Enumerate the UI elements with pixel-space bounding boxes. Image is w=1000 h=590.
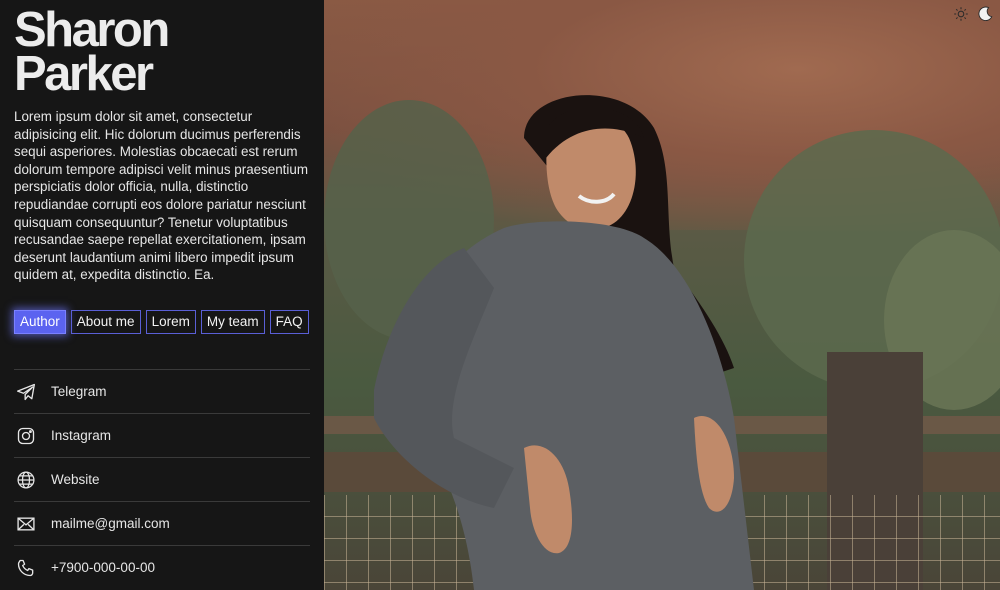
bio-text: Lorem ipsum dolor sit amet, consectetur …: [14, 109, 308, 283]
woman-portrait: [374, 95, 754, 590]
sidebar: Sharon Parker Lorem ipsum dolor sit amet…: [0, 0, 324, 590]
telegram-icon: [15, 381, 37, 403]
tab-author[interactable]: Author: [14, 310, 66, 334]
sun-icon[interactable]: [952, 5, 970, 23]
last-name: Parker: [14, 47, 154, 101]
tab-about-me[interactable]: About me: [70, 310, 141, 334]
contact-website[interactable]: Website: [14, 457, 310, 501]
contact-telegram[interactable]: Telegram: [14, 369, 310, 413]
tab-faq[interactable]: FAQ: [269, 310, 309, 334]
contact-email[interactable]: mailme@gmail.com: [14, 501, 310, 545]
tab-lorem[interactable]: Lorem: [145, 310, 196, 334]
contact-list: Telegram Instagram Website mailme@gmail.…: [14, 369, 310, 589]
mail-icon: [15, 513, 37, 535]
tab-my-team[interactable]: My team: [200, 310, 265, 334]
contact-label: Telegram: [51, 384, 107, 399]
hero-photo: [324, 0, 1000, 590]
nav-tabs: Author About me Lorem My team FAQ: [14, 310, 310, 334]
contact-instagram[interactable]: Instagram: [14, 413, 310, 457]
profile-name: Sharon Parker: [14, 3, 310, 101]
globe-icon: [15, 469, 37, 491]
contact-label: Website: [51, 472, 100, 487]
contact-label: mailme@gmail.com: [51, 516, 170, 531]
moon-icon[interactable]: [976, 5, 994, 23]
theme-toggle: [952, 5, 994, 23]
contact-phone[interactable]: +7900-000-00-00: [14, 545, 310, 589]
instagram-icon: [15, 425, 37, 447]
phone-icon: [15, 557, 37, 579]
contact-label: Instagram: [51, 428, 112, 443]
contact-label: +7900-000-00-00: [51, 560, 155, 575]
first-name: Sharon: [14, 3, 170, 57]
